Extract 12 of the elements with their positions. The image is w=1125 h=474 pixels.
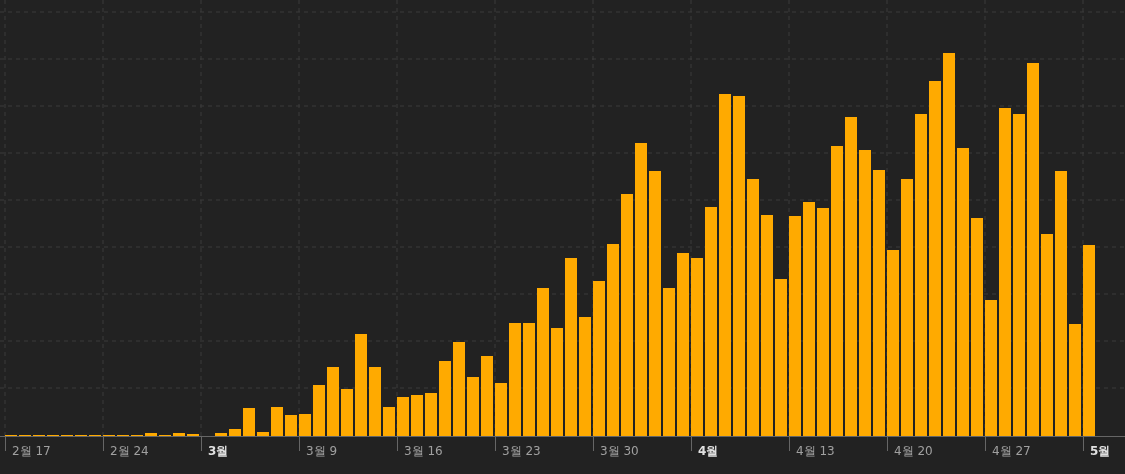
- axis-label: 4월 13: [796, 443, 835, 460]
- axis-label: 5월: [1090, 443, 1111, 460]
- axis-label: 2월 17: [12, 443, 51, 460]
- axis-label: 3월: [208, 443, 229, 460]
- axis-label: 3월 23: [502, 443, 541, 460]
- axis-label: 3월 16: [404, 443, 443, 460]
- axis-label: 3월 9: [306, 443, 338, 460]
- axis-label: 3월 30: [600, 443, 639, 460]
- axis-label: 4월: [698, 443, 719, 460]
- axis-label: 4월 20: [894, 443, 933, 460]
- axis-label: 4월 27: [992, 443, 1031, 460]
- axis-label: 2월 24: [110, 443, 149, 460]
